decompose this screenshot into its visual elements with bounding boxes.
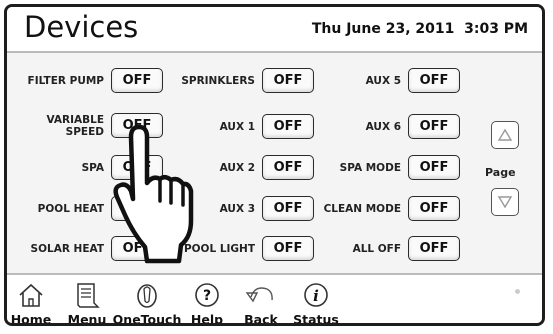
nav-status-label: Status xyxy=(293,312,339,326)
filter-pump-button[interactable]: OFF xyxy=(111,68,163,93)
clean-mode-button[interactable]: OFF xyxy=(408,196,460,221)
header: Devices Thu June 23, 2011 3:03 PM xyxy=(7,7,542,53)
nav-home-label: Home xyxy=(10,312,52,326)
device-label-pool-light: POOL LIGHT xyxy=(183,243,255,255)
nav-help-label: Help xyxy=(190,312,224,326)
spa-button[interactable]: OFF xyxy=(111,155,163,180)
device-label-solar-heat: SOLAR HEAT xyxy=(30,243,104,255)
device-panel: Devices Thu June 23, 2011 3:03 PM FILTER… xyxy=(4,4,545,326)
help-icon: ? xyxy=(195,283,219,307)
aux-5-button[interactable]: OFF xyxy=(408,68,460,93)
nav-help[interactable]: ? Help xyxy=(185,275,229,326)
device-label-aux-6: AUX 6 xyxy=(365,121,401,133)
page-label: Page xyxy=(485,166,516,179)
nav-menu-label: Menu xyxy=(67,312,107,326)
status-icon: i xyxy=(304,283,328,307)
svg-text:i: i xyxy=(313,287,319,305)
nav-back[interactable]: Back xyxy=(237,275,285,326)
device-label-pool-heat: POOL HEAT xyxy=(37,203,104,215)
aux-6-button[interactable]: OFF xyxy=(408,114,460,139)
back-icon xyxy=(245,287,273,303)
aux-3-button[interactable]: OFF xyxy=(262,196,314,221)
device-label-aux-2: AUX 2 xyxy=(219,162,255,174)
device-label-aux-3: AUX 3 xyxy=(219,203,255,215)
device-label-spa: SPA xyxy=(81,162,104,174)
nav-back-label: Back xyxy=(244,312,278,326)
variable-speed-button[interactable]: OFF xyxy=(111,113,163,138)
date-time: Thu June 23, 2011 3:03 PM xyxy=(312,21,528,37)
triangle-down-icon xyxy=(497,196,513,209)
page-title: Devices xyxy=(24,10,139,44)
onetouch-icon xyxy=(137,284,157,308)
sprinklers-button[interactable]: OFF xyxy=(262,68,314,93)
device-label-variable-speed: VARIABLE SPEED xyxy=(46,114,104,138)
page-up-button[interactable] xyxy=(491,121,519,149)
nav-onetouch[interactable]: OneTouch xyxy=(113,275,181,323)
device-label-all-off: ALL OFF xyxy=(352,243,401,255)
pool-heat-button[interactable]: OFF xyxy=(111,196,163,221)
menu-icon xyxy=(77,283,100,308)
triangle-up-icon xyxy=(497,128,513,141)
pool-light-button[interactable]: OFF xyxy=(262,236,314,261)
page-down-button[interactable] xyxy=(491,188,519,216)
time-text: 3:03 PM xyxy=(464,21,528,37)
nav-menu[interactable]: Menu xyxy=(65,275,109,326)
nav-home[interactable]: Home xyxy=(9,275,53,326)
device-label-clean-mode: CLEAN MODE xyxy=(323,203,401,215)
device-label-spa-mode: SPA MODE xyxy=(339,162,401,174)
date-text: Thu June 23, 2011 xyxy=(311,21,455,37)
aux-1-button[interactable]: OFF xyxy=(262,114,314,139)
aux-2-button[interactable]: OFF xyxy=(262,155,314,180)
nav-onetouch-label: OneTouch xyxy=(112,312,182,326)
svg-text:?: ? xyxy=(203,288,211,304)
device-label-aux-1: AUX 1 xyxy=(219,121,255,133)
device-label-filter-pump: FILTER PUMP xyxy=(27,75,104,87)
home-icon xyxy=(19,283,43,307)
device-label-sprinklers: SPRINKLERS xyxy=(181,75,255,87)
all-off-button[interactable]: OFF xyxy=(408,236,460,261)
bottom-nav: Home Menu OneTouch ? Help Back i Status xyxy=(7,273,542,326)
spa-mode-button[interactable]: OFF xyxy=(408,155,460,180)
nav-status[interactable]: i Status xyxy=(290,275,342,326)
indicator-dot xyxy=(515,289,520,294)
solar-heat-button[interactable]: OFF xyxy=(111,236,163,261)
device-label-aux-5: AUX 5 xyxy=(365,75,401,87)
